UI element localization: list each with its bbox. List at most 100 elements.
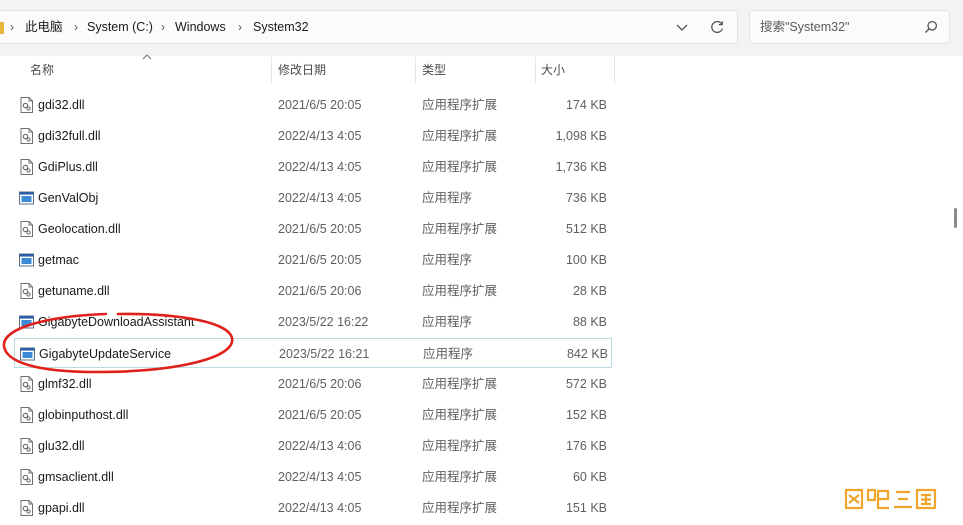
- search-box[interactable]: 搜索"System32": [749, 10, 950, 44]
- dll-file-icon: [20, 407, 33, 423]
- file-size: 28 KB: [572, 284, 607, 298]
- file-row[interactable]: GdiPlus.dll 2022/4/13 4:05 应用程序扩展 1,736 KB: [14, 152, 612, 182]
- dll-file-icon: [20, 283, 33, 299]
- breadcrumb-system-c[interactable]: System (C:): [87, 11, 153, 43]
- file-type: 应用程序扩展: [422, 284, 498, 298]
- file-type: 应用程序: [422, 191, 473, 205]
- file-size: 736 KB: [565, 191, 607, 205]
- file-name[interactable]: gpapi.dll: [38, 493, 85, 523]
- dll-file-icon: [20, 97, 33, 113]
- file-date: 2022/4/13 4:05: [278, 191, 362, 205]
- exe-file-icon: [19, 253, 34, 267]
- file-size: 152 KB: [565, 408, 607, 422]
- file-type: 应用程序扩展: [422, 129, 498, 143]
- file-date: 2021/6/5 20:05: [278, 253, 362, 267]
- file-date: 2022/4/13 4:05: [278, 160, 362, 174]
- file-name[interactable]: getmac: [38, 245, 79, 275]
- chevron-right-icon[interactable]: ›: [10, 11, 14, 43]
- column-header-type[interactable]: 类型: [422, 56, 446, 84]
- file-type: 应用程序扩展: [422, 408, 498, 422]
- file-name[interactable]: GenValObj: [38, 183, 98, 213]
- dll-file-icon: [20, 469, 33, 485]
- file-row[interactable]: gdi32.dll 2021/6/5 20:05 应用程序扩展 174 KB: [14, 90, 612, 120]
- column-divider[interactable]: [614, 57, 615, 84]
- file-date: 2022/4/13 4:05: [278, 129, 362, 143]
- file-date: 2021/6/5 20:06: [278, 377, 362, 391]
- file-type: 应用程序扩展: [422, 501, 498, 515]
- chevron-right-icon[interactable]: ›: [161, 11, 165, 43]
- search-placeholder[interactable]: 搜索"System32": [760, 11, 849, 43]
- file-date: 2021/6/5 20:05: [278, 98, 362, 112]
- dll-file-icon: [20, 500, 33, 516]
- chevron-right-icon[interactable]: ›: [238, 11, 242, 43]
- file-name[interactable]: gdi32.dll: [38, 90, 85, 120]
- column-header-name[interactable]: 名称: [30, 56, 54, 84]
- chevron-down-icon[interactable]: [674, 20, 690, 34]
- file-size: 88 KB: [572, 315, 607, 329]
- file-row[interactable]: glu32.dll 2022/4/13 4:06 应用程序扩展 176 KB: [14, 431, 612, 461]
- file-row[interactable]: gmsaclient.dll 2022/4/13 4:05 应用程序扩展 60 KB: [14, 462, 612, 492]
- file-row[interactable]: gpapi.dll 2022/4/13 4:05 应用程序扩展 151 KB: [14, 493, 612, 523]
- dll-file-icon: [20, 128, 33, 144]
- sort-ascending-icon: [142, 54, 152, 60]
- file-date: 2022/4/13 4:05: [278, 501, 362, 515]
- file-date: 2021/6/5 20:05: [278, 222, 362, 236]
- column-header-date[interactable]: 修改日期: [278, 56, 326, 84]
- dll-file-icon: [20, 438, 33, 454]
- column-divider[interactable]: [535, 57, 536, 84]
- file-date: 2022/4/13 4:06: [278, 439, 362, 453]
- file-size: 151 KB: [565, 501, 607, 515]
- red-ellipse-annotation: [2, 312, 234, 374]
- file-type: 应用程序扩展: [422, 222, 498, 236]
- file-date: 2022/4/13 4:05: [278, 470, 362, 484]
- file-row[interactable]: globinputhost.dll 2021/6/5 20:05 应用程序扩展 152…: [14, 400, 612, 430]
- file-date: 2023/5/22 16:21: [279, 347, 370, 361]
- file-date: 2021/6/5 20:05: [278, 408, 362, 422]
- file-type: 应用程序扩展: [422, 470, 498, 484]
- file-type: 应用程序扩展: [422, 98, 498, 112]
- refresh-icon[interactable]: [709, 19, 725, 35]
- file-name[interactable]: gdi32full.dll: [38, 121, 101, 151]
- breadcrumb-system32[interactable]: System32: [253, 11, 309, 43]
- file-type: 应用程序: [422, 315, 473, 329]
- file-type: 应用程序: [423, 347, 474, 361]
- folder-icon: [0, 22, 4, 34]
- column-divider[interactable]: [415, 57, 416, 84]
- navigation-bar: › 此电脑 › System (C:) › Windows › System32…: [0, 0, 963, 56]
- column-header-size[interactable]: 大小: [541, 56, 565, 84]
- file-size: 1,736 KB: [555, 160, 607, 174]
- file-name[interactable]: globinputhost.dll: [38, 400, 128, 430]
- column-divider[interactable]: [271, 57, 272, 84]
- file-row[interactable]: gdi32full.dll 2022/4/13 4:05 应用程序扩展 1,098 K…: [14, 121, 612, 151]
- file-size: 572 KB: [565, 377, 607, 391]
- file-row[interactable]: Geolocation.dll 2021/6/5 20:05 应用程序扩展 512 K…: [14, 214, 612, 244]
- file-type: 应用程序扩展: [422, 160, 498, 174]
- file-row[interactable]: GenValObj 2022/4/13 4:05 应用程序 736 KB: [14, 183, 612, 213]
- file-type: 应用程序扩展: [422, 377, 498, 391]
- search-icon[interactable]: [924, 20, 938, 34]
- file-name[interactable]: glu32.dll: [38, 431, 85, 461]
- chevron-right-icon[interactable]: ›: [74, 11, 78, 43]
- breadcrumb-this-pc[interactable]: 此电脑: [25, 11, 63, 43]
- file-type: 应用程序: [422, 253, 473, 267]
- breadcrumb-windows[interactable]: Windows: [175, 11, 226, 43]
- exe-file-icon: [19, 191, 34, 205]
- watermark-logo: [844, 488, 937, 510]
- file-size: 100 KB: [565, 253, 607, 267]
- file-type: 应用程序扩展: [422, 439, 498, 453]
- scrollbar-thumb[interactable]: [954, 208, 957, 228]
- file-size: 174 KB: [565, 98, 607, 112]
- dll-file-icon: [20, 221, 33, 237]
- file-name[interactable]: Geolocation.dll: [38, 214, 121, 244]
- dll-file-icon: [20, 159, 33, 175]
- file-row[interactable]: getmac 2021/6/5 20:05 应用程序 100 KB: [14, 245, 612, 275]
- file-size: 176 KB: [565, 439, 607, 453]
- file-size: 60 KB: [572, 470, 607, 484]
- file-name[interactable]: gmsaclient.dll: [38, 462, 114, 492]
- file-date: 2021/6/5 20:06: [278, 284, 362, 298]
- file-name[interactable]: GdiPlus.dll: [38, 152, 98, 182]
- file-size: 842 KB: [566, 347, 608, 361]
- file-size: 1,098 KB: [555, 129, 607, 143]
- address-bar[interactable]: › 此电脑 › System (C:) › Windows › System32: [0, 10, 738, 44]
- file-size: 512 KB: [565, 222, 607, 236]
